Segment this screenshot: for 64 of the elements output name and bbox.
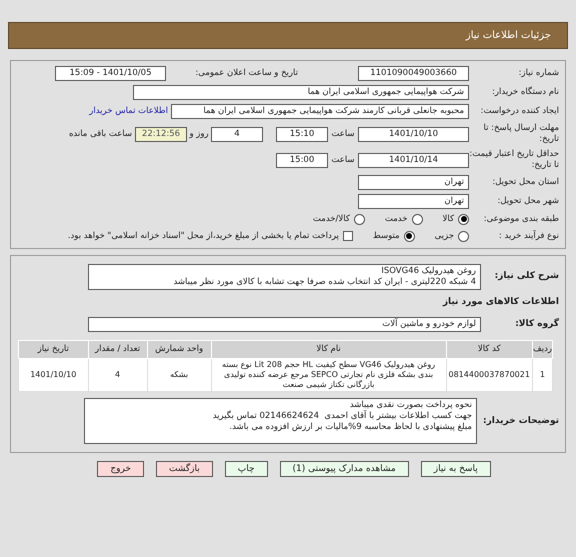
deadline-date-field: 1401/10/10 xyxy=(358,126,469,142)
checkbox[interactable] xyxy=(342,231,353,242)
column-header: تاریخ نیاز xyxy=(18,340,88,358)
time-label: ساعت xyxy=(330,128,356,140)
radio-button[interactable] xyxy=(458,214,469,225)
validity-time-field: 15:00 xyxy=(276,152,328,168)
table-cell: 1401/10/10 xyxy=(18,358,88,392)
goods-group-field: لوازم خودرو و ماشین آلات xyxy=(88,317,481,332)
need-number-field: 1101090049003660 xyxy=(358,66,469,81)
radio-button[interactable] xyxy=(412,214,423,225)
buyer-name-field: شرکت هواپیمایی جمهوری اسلامی ایران هما xyxy=(133,85,469,100)
radio-button[interactable] xyxy=(354,214,365,225)
buyer-contact-link[interactable]: اطلاعات تماس خریدار xyxy=(89,105,168,118)
deadline-time-field: 15:10 xyxy=(276,126,328,142)
field-label: شماره نیاز: xyxy=(518,68,559,79)
description-field: روغن هیدرولیک ISOVG46 4 شبکه 220لیتری - ایران کد انتخاب شده صرفا جهت تشابه با کالای مورد نظر میباشد xyxy=(88,264,481,290)
radio-button[interactable] xyxy=(458,230,469,242)
table-cell: 0814400037870021 xyxy=(446,358,532,392)
field-label: مهلت ارسال پاسخ: تا تاریخ: xyxy=(482,123,559,145)
field-label: استان محل تحویل: xyxy=(491,177,559,188)
action-button[interactable]: مشاهده مدارک پیوستی (1) xyxy=(280,461,409,477)
column-header: ردیف xyxy=(532,340,552,358)
radio-label: کالا/خدمت xyxy=(312,213,350,226)
action-button[interactable]: چاپ xyxy=(224,461,268,477)
field-label: شهر محل تحویل: xyxy=(496,196,559,207)
field-label: توضیحات خریدار: xyxy=(482,416,559,426)
checkbox-label: پرداخت تمام یا بخشی از مبلغ خرید،از محل "اسناد خزانه اسلامی" خواهد بود. xyxy=(68,230,339,242)
buyer-notes-field: نحوه پرداخت بصورت نقدی میباشد جهت کسب اطلاعات بیشتر با آقای احمدی 02146624624 تماس بگیرید مبلغ پیشنهادی با لحاظ محاسبه 9%مالیات بر ارزش افزوده می باشد. xyxy=(84,398,477,444)
column-header: کد کالا xyxy=(446,340,532,358)
table-cell: روغن هیدرولیک VG46 سطح کیفیت HL حجم Lit 208 نوع بسته بندی بشکه فلزی نام تجارتی SEPCO مرجع عرضه کننده تولیدی بازرگانی تکتاز شیمی صنعت xyxy=(211,358,446,392)
field-label: گروه کالا: xyxy=(514,319,559,330)
section-heading: اطلاعات کالاهای مورد نیاز xyxy=(442,296,559,308)
radio-button[interactable] xyxy=(404,230,415,242)
field-label: طبقه بندی موضوعی: xyxy=(482,214,559,225)
field-label: نام دستگاه خریدار: xyxy=(491,87,559,98)
table-cell: بشکه xyxy=(147,358,212,392)
field-label: ایجاد کننده درخواست: xyxy=(480,106,559,117)
radio-label: متوسط xyxy=(372,230,400,242)
action-button[interactable]: پاسخ به نیاز xyxy=(420,461,491,477)
city-field: تهران xyxy=(358,194,469,209)
header-title: جزئیات اطلاعات نیاز xyxy=(466,29,551,43)
field-label: تاریخ و ساعت اعلان عمومی: xyxy=(194,68,298,79)
remaining-label: ساعت باقی مانده xyxy=(68,128,132,140)
action-button[interactable]: خروج xyxy=(97,461,144,477)
action-button[interactable]: بازگشت xyxy=(156,461,213,477)
remaining-time-field: 22:12:56 xyxy=(135,126,187,142)
field-label: نوع فرآیند خرید : xyxy=(498,230,559,242)
days-field: 4 xyxy=(211,126,263,142)
column-header: تعداد / مقدار xyxy=(88,340,148,358)
announce-date-field: 1401/10/05 - 15:09 xyxy=(55,66,166,81)
validity-date-field: 1401/10/14 xyxy=(358,152,469,168)
field-label: شرح کلی نیاز: xyxy=(494,271,559,282)
province-field: تهران xyxy=(358,175,469,190)
table-cell: 1 xyxy=(532,358,552,392)
requester-field: محبوبه جانعلی قربانی کارمند شرکت هواپیمایی جمهوری اسلامی ایران هما xyxy=(171,104,469,119)
radio-label: خدمت xyxy=(384,213,408,226)
radio-label: کالا xyxy=(442,213,454,226)
field-label: حداقل تاریخ اعتبار قیمت: تا تاریخ: xyxy=(469,149,559,171)
table-cell: 4 xyxy=(88,358,148,392)
radio-label: جزیی xyxy=(434,230,454,242)
column-header: واحد شمارش xyxy=(147,340,212,358)
time-label: ساعت xyxy=(330,154,356,166)
column-header: نام کالا xyxy=(211,340,446,358)
days-label: روز و xyxy=(188,128,210,140)
